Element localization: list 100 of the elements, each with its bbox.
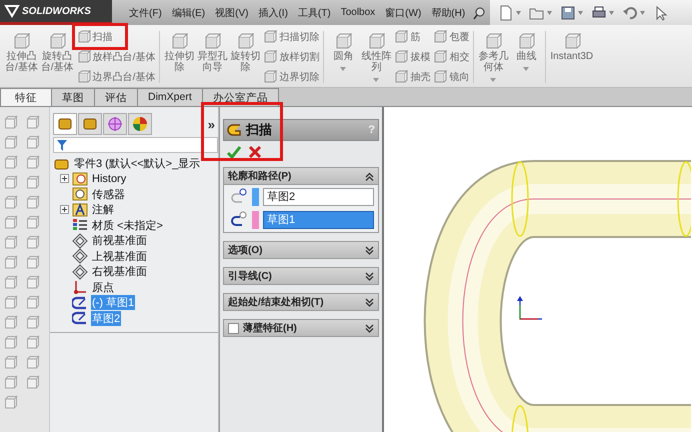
cube-icon[interactable] [4,215,18,229]
print-icon[interactable] [591,4,608,20]
new-file-icon[interactable] [498,4,514,20]
panel-tab[interactable] [53,113,77,135]
ribbon-command[interactable]: 边界切除 [262,67,320,86]
ribbon-command[interactable]: 镜向 [432,67,470,86]
menu-item[interactable]: Toolbox [336,7,380,18]
checkmark-icon[interactable] [226,145,242,159]
cube-icon[interactable] [4,115,18,129]
tree-item[interactable]: History [91,172,128,185]
cube-icon[interactable] [26,215,40,229]
menu-item[interactable]: 视图(V) [210,6,254,20]
ribbon-command[interactable]: 扫描 [76,27,114,46]
cube-icon[interactable] [26,355,40,369]
command-tab[interactable]: 评估 [94,88,138,106]
ribbon-command[interactable]: 参考几 何体 [477,27,510,82]
caret-icon[interactable] [640,10,646,14]
tree-item[interactable]: 右视基准面 [91,264,148,280]
cube-icon[interactable] [4,155,18,169]
section-header[interactable]: 起始处/结束处相切(T) [223,293,379,311]
ribbon-command[interactable]: 旋转凸 台/基体 [40,27,75,73]
ribbon-command[interactable]: 拔模 [393,47,432,66]
cube-icon[interactable] [26,195,40,209]
cube-icon[interactable] [4,275,18,289]
cube-icon[interactable] [26,275,40,289]
checkbox[interactable] [228,322,239,334]
tree-item[interactable]: 传感器 [91,186,126,202]
panel-tab[interactable] [103,113,127,135]
cube-icon[interactable] [26,115,40,129]
menu-item[interactable]: 文件(F) [124,6,167,20]
menu-item[interactable]: 工具(T) [292,6,336,20]
ribbon-command[interactable]: 筋 [393,27,422,46]
command-tab[interactable]: 特征 [0,88,52,106]
ribbon-command[interactable]: 拉伸凸 台/基体 [4,27,39,73]
cube-icon[interactable] [4,375,18,389]
cube-icon[interactable] [26,295,40,309]
ribbon-command[interactable]: 曲线 [510,27,542,71]
tree-item[interactable]: 零件3 (默认<<默认>_显示 [73,156,202,171]
cube-icon[interactable] [4,255,18,269]
ribbon-command[interactable]: 放样凸台/基体 [76,47,156,66]
ribbon-command[interactable]: 扫描切除 [262,27,320,46]
cube-icon[interactable] [26,375,40,389]
ribbon-command[interactable]: 拉伸切 除 [163,27,196,73]
ribbon-command[interactable]: 边界凸台/基体 [76,67,156,86]
cube-icon[interactable] [26,255,40,269]
tree-item[interactable]: 原点 [91,280,115,295]
ribbon-command[interactable]: 放样切割 [262,47,320,66]
expand-icon[interactable] [60,205,69,214]
expand-icon[interactable] [60,174,69,184]
ribbon-command[interactable]: 抽壳 [393,67,432,86]
cube-icon[interactable] [4,355,18,369]
tree-item[interactable]: 注解 [91,202,115,218]
cube-icon[interactable] [4,295,18,309]
menu-item[interactable]: 帮助(H) [426,6,470,20]
cube-icon[interactable] [4,395,18,409]
cube-icon[interactable] [4,335,18,349]
ribbon-command[interactable]: 圆角 [327,27,360,71]
cube-icon[interactable] [26,175,40,189]
command-tab[interactable]: 草图 [51,88,95,106]
cube-icon[interactable] [26,135,40,149]
tree-item[interactable]: 前视基准面 [91,233,148,248]
panel-tab[interactable] [78,113,102,135]
cube-icon[interactable] [4,315,18,329]
ribbon-command[interactable]: 旋转切 除 [229,27,262,73]
ribbon-command[interactable]: 异型孔 向导 [196,27,228,73]
tree-item[interactable]: 材质 <未指定> [91,218,164,233]
command-tab[interactable]: DimXpert [137,88,203,106]
section-header[interactable]: 薄壁特征(H) [223,319,379,337]
caret-icon[interactable] [578,10,584,14]
menu-item[interactable]: 插入(I) [253,6,293,20]
section-header[interactable]: 选项(O) [223,241,379,259]
caret-icon[interactable] [373,78,380,82]
menu-item[interactable]: 窗口(W) [380,6,426,20]
caret-icon[interactable] [523,67,530,71]
caret-icon[interactable] [340,67,346,71]
undo-icon[interactable] [622,4,638,20]
ribbon-command[interactable]: 包覆 [432,27,470,46]
caret-icon[interactable] [516,10,522,14]
ribbon-command[interactable]: 线性阵 列 [360,27,392,82]
cube-icon[interactable] [4,235,18,249]
expand-button[interactable]: » [208,116,215,132]
section-header[interactable]: 轮廓和路径(P) [223,167,379,185]
close-icon[interactable] [248,145,262,159]
caret-icon[interactable] [609,10,614,14]
cube-icon[interactable] [4,135,18,149]
caret-icon[interactable] [490,78,496,82]
menu-item[interactable]: 编辑(E) [166,6,210,20]
cube-icon[interactable] [4,195,18,209]
tree-item[interactable]: 上视基准面 [91,248,148,264]
save-icon[interactable] [560,4,576,20]
selection-field[interactable]: 草图2 [263,188,374,206]
cube-icon[interactable] [26,155,40,169]
caret-icon[interactable] [547,10,552,14]
section-header[interactable]: 引导线(C) [223,267,379,285]
panel-tab[interactable] [128,113,152,135]
cube-icon[interactable] [26,335,40,349]
cube-icon[interactable] [26,235,40,249]
cube-icon[interactable] [4,175,18,189]
ribbon-command[interactable]: Instant3D [549,27,594,62]
cube-icon[interactable] [26,315,40,329]
